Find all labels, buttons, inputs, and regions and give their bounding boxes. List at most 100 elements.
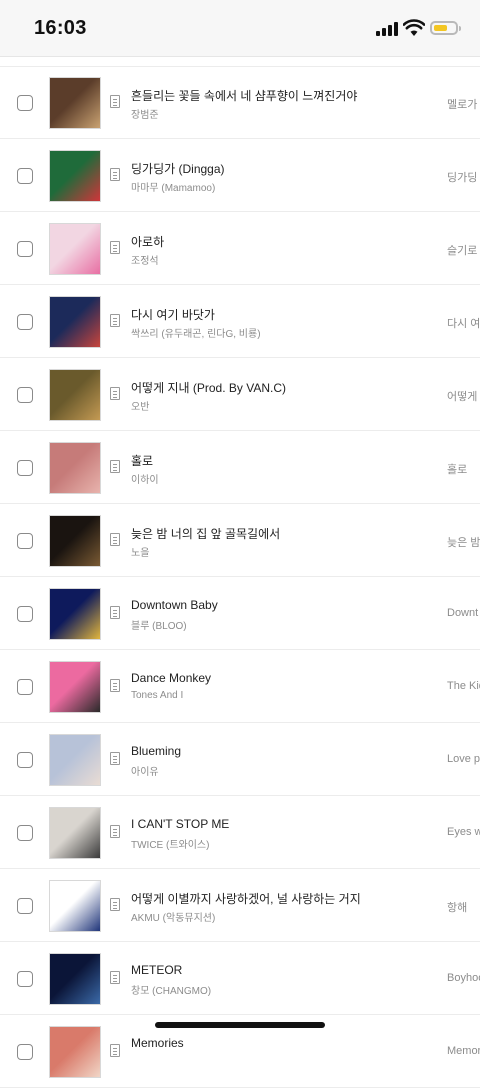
song-album[interactable]: 항해 (447, 899, 467, 915)
lyrics-icon[interactable] (110, 825, 120, 838)
home-indicator[interactable] (155, 1022, 325, 1028)
song-album[interactable]: The Kid (447, 680, 480, 692)
song-row[interactable]: 어떻게 이별까지 사랑하겠어, 널 사랑하는 거지 AKMU (악동뮤지션) 항… (0, 869, 480, 942)
song-checkbox[interactable] (17, 679, 33, 695)
song-title[interactable]: I CAN'T STOP ME (131, 817, 229, 831)
song-checkbox[interactable] (17, 1044, 33, 1060)
song-artist[interactable]: 싹쓰리 (유두래곤, 린다G, 비룡) (131, 325, 261, 340)
album-cover[interactable] (49, 1026, 101, 1078)
song-row[interactable]: 홀로 이하이 홀로 (0, 431, 480, 504)
song-checkbox[interactable] (17, 825, 33, 841)
song-row[interactable]: I CAN'T STOP ME TWICE (트와이스) Eyes w (0, 796, 480, 869)
song-title[interactable]: 아로하 (131, 233, 164, 250)
album-cover[interactable] (49, 807, 101, 859)
album-cover[interactable] (49, 588, 101, 640)
song-album[interactable]: 어떻게 (447, 388, 477, 404)
song-album[interactable]: Eyes w (447, 826, 480, 838)
wifi-icon (403, 19, 425, 36)
song-artist[interactable]: 노을 (131, 544, 149, 559)
song-album[interactable]: 딩가딩 (447, 169, 477, 185)
song-checkbox[interactable] (17, 241, 33, 257)
song-row[interactable]: 아로하 조정석 슬기로 (0, 212, 480, 285)
album-cover[interactable] (49, 77, 101, 129)
song-album[interactable]: Love p (447, 753, 480, 765)
lyrics-icon[interactable] (110, 460, 120, 473)
song-title[interactable]: Downtown Baby (131, 598, 218, 612)
lyrics-icon[interactable] (110, 606, 120, 619)
song-title[interactable]: 흔들리는 꽃들 속에서 네 샴푸향이 느껴진거야 (131, 87, 357, 104)
song-artist[interactable]: 아이유 (131, 763, 159, 778)
album-cover[interactable] (49, 880, 101, 932)
song-title[interactable]: Memories (131, 1036, 184, 1050)
song-row[interactable]: 늦은 밤 너의 집 앞 골목길에서 노을 늦은 밤 (0, 504, 480, 577)
song-artist[interactable]: 마마무 (Mamamoo) (131, 179, 215, 194)
song-row[interactable]: 흔들리는 꽃들 속에서 네 샴푸향이 느껴진거야 장범준 멜로가 (0, 66, 480, 139)
song-checkbox[interactable] (17, 168, 33, 184)
album-cover[interactable] (49, 515, 101, 567)
song-title[interactable]: 다시 여기 바닷가 (131, 306, 215, 323)
song-artist[interactable]: 오반 (131, 398, 149, 413)
song-checkbox[interactable] (17, 533, 33, 549)
song-checkbox[interactable] (17, 314, 33, 330)
song-album[interactable]: 늦은 밤 (447, 534, 480, 550)
lyrics-icon[interactable] (110, 898, 120, 911)
lyrics-icon[interactable] (110, 752, 120, 765)
album-cover[interactable] (49, 369, 101, 421)
lyrics-icon[interactable] (110, 679, 120, 692)
song-artist[interactable]: 이하이 (131, 471, 159, 486)
song-artist[interactable]: Tones And I (131, 690, 183, 701)
album-cover[interactable] (49, 442, 101, 494)
album-cover[interactable] (49, 223, 101, 275)
song-row[interactable]: 어떻게 지내 (Prod. By VAN.C) 오반 어떻게 (0, 358, 480, 431)
lyrics-icon[interactable] (110, 241, 120, 254)
song-artist[interactable]: 장범준 (131, 106, 159, 121)
lyrics-icon[interactable] (110, 314, 120, 327)
song-album[interactable]: Downt (447, 607, 478, 619)
song-album[interactable]: 멜로가 (447, 96, 477, 112)
song-row[interactable]: METEOR 창모 (CHANGMO) Boyhoo (0, 942, 480, 1015)
song-checkbox[interactable] (17, 95, 33, 111)
status-time: 16:03 (34, 17, 87, 39)
lyrics-icon[interactable] (110, 1044, 120, 1057)
song-row[interactable]: 다시 여기 바닷가 싹쓰리 (유두래곤, 린다G, 비룡) 다시 여 (0, 285, 480, 358)
song-title[interactable]: 어떻게 이별까지 사랑하겠어, 널 사랑하는 거지 (131, 890, 361, 907)
lyrics-icon[interactable] (110, 533, 120, 546)
album-cover[interactable] (49, 661, 101, 713)
song-checkbox[interactable] (17, 460, 33, 476)
song-artist[interactable]: AKMU (악동뮤지션) (131, 909, 215, 924)
song-row[interactable]: Blueming 아이유 Love p (0, 723, 480, 796)
song-row[interactable]: Dance Monkey Tones And I The Kid (0, 650, 480, 723)
song-title[interactable]: 딩가딩가 (Dingga) (131, 160, 225, 177)
song-album[interactable]: Memor (447, 1045, 480, 1057)
song-title[interactable]: METEOR (131, 963, 182, 977)
lyrics-icon[interactable] (110, 168, 120, 181)
song-title[interactable]: 홀로 (131, 452, 153, 469)
song-row[interactable]: 딩가딩가 (Dingga) 마마무 (Mamamoo) 딩가딩 (0, 139, 480, 212)
song-checkbox[interactable] (17, 752, 33, 768)
song-checkbox[interactable] (17, 387, 33, 403)
song-checkbox[interactable] (17, 971, 33, 987)
song-album[interactable]: Boyhoo (447, 972, 480, 984)
song-artist[interactable]: 창모 (CHANGMO) (131, 982, 211, 997)
battery-icon (430, 21, 458, 35)
lyrics-icon[interactable] (110, 387, 120, 400)
song-artist[interactable]: TWICE (트와이스) (131, 836, 209, 851)
song-artist[interactable]: 블루 (BLOO) (131, 617, 187, 632)
album-cover[interactable] (49, 734, 101, 786)
song-album[interactable]: 다시 여 (447, 315, 480, 331)
album-cover[interactable] (49, 150, 101, 202)
song-artist[interactable]: 조정석 (131, 252, 159, 267)
lyrics-icon[interactable] (110, 95, 120, 108)
song-row[interactable]: Downtown Baby 블루 (BLOO) Downt (0, 577, 480, 650)
song-title[interactable]: Dance Monkey (131, 671, 211, 685)
song-checkbox[interactable] (17, 898, 33, 914)
song-title[interactable]: 어떻게 지내 (Prod. By VAN.C) (131, 379, 286, 396)
song-album[interactable]: 슬기로 (447, 242, 477, 258)
album-cover[interactable] (49, 953, 101, 1005)
song-title[interactable]: Blueming (131, 744, 181, 758)
song-album[interactable]: 홀로 (447, 461, 467, 477)
lyrics-icon[interactable] (110, 971, 120, 984)
song-checkbox[interactable] (17, 606, 33, 622)
album-cover[interactable] (49, 296, 101, 348)
song-title[interactable]: 늦은 밤 너의 집 앞 골목길에서 (131, 525, 280, 542)
